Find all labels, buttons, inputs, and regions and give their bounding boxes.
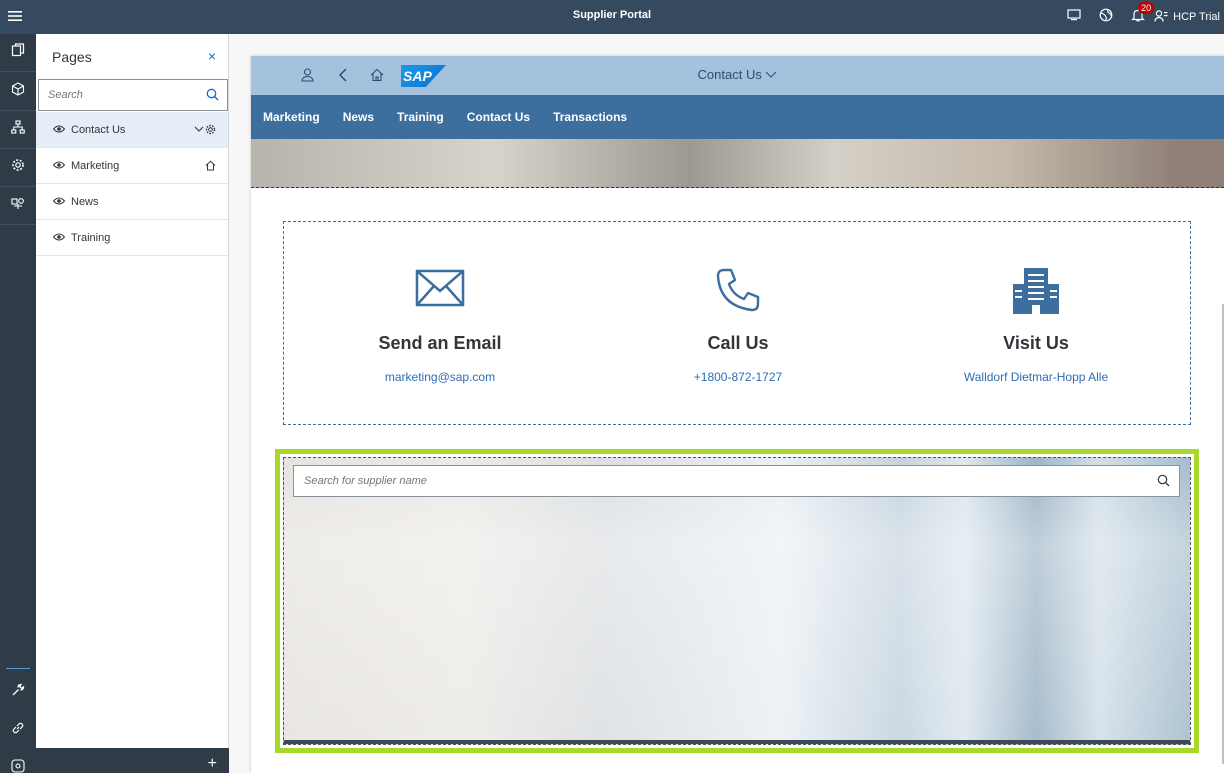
section-bottom-border (284, 740, 1190, 744)
shell-bar: Supplier Portal 20 HCP Trial (0, 0, 1224, 34)
eye-icon[interactable] (52, 124, 66, 137)
contact-section: Send an Email marketing@sap.com Call Us … (283, 221, 1191, 425)
app-title: Supplier Portal (572, 9, 652, 21)
page-item-label: Training (71, 232, 111, 244)
site-header: SAP Contact Us (251, 56, 1224, 95)
chevron-down-icon[interactable] (194, 124, 204, 137)
page-item-marketing[interactable]: Marketing (36, 148, 228, 184)
notifications-button[interactable]: 20 (1122, 0, 1155, 34)
contact-email-link[interactable]: marketing@sap.com (289, 370, 591, 384)
search-icon[interactable] (206, 88, 219, 106)
contact-address-link[interactable]: Walldorf Dietmar-Hopp Alle (885, 370, 1187, 384)
site-nav: Marketing News Training Contact Us Trans… (251, 95, 1224, 139)
user-name: HCP Trial (1173, 11, 1220, 23)
rail-settings-button[interactable] (0, 149, 36, 187)
contact-address-heading: Visit Us (1003, 333, 1069, 353)
device-preview-button[interactable] (1058, 0, 1090, 34)
rail-themes-button[interactable] (0, 73, 36, 111)
pages-icon (11, 43, 25, 62)
link-icon (11, 721, 25, 740)
phone-icon (716, 268, 760, 317)
shell-actions: 20 HCP Trial (1058, 0, 1224, 34)
selected-section-highlight[interactable] (275, 449, 1199, 753)
contact-phone: Call Us +1800-872-1727 (587, 222, 889, 426)
admin-gear-icon (11, 758, 25, 773)
site-page-name: Contact Us (697, 67, 762, 82)
page-item-training[interactable]: Training (36, 220, 228, 256)
pages-search-input[interactable] (39, 80, 199, 110)
user-settings-icon (1154, 9, 1168, 26)
supplier-search (293, 465, 1180, 497)
eye-icon[interactable] (52, 160, 66, 173)
page-item-news[interactable]: News (36, 184, 228, 220)
contact-email: Send an Email marketing@sap.com (289, 222, 591, 426)
pages-search (38, 79, 228, 111)
left-rail (0, 34, 36, 773)
close-icon[interactable]: × (208, 48, 216, 64)
add-page-button[interactable]: + (208, 756, 217, 772)
eye-icon[interactable] (52, 196, 66, 209)
page-item-label: News (71, 196, 99, 208)
page-settings-gear-icon[interactable] (205, 124, 216, 138)
contact-phone-heading: Call Us (707, 333, 769, 353)
pages-list: Contact Us Marketing News Training (36, 112, 228, 256)
nav-news[interactable]: News (343, 110, 374, 124)
envelope-icon (415, 268, 465, 313)
cube-icon (11, 82, 25, 101)
page-item-contact-us[interactable]: Contact Us (36, 112, 228, 148)
hierarchy-icon (11, 120, 25, 139)
editor-canvas: SAP Contact Us Marketing News Training C… (229, 34, 1224, 773)
globe-icon (1099, 8, 1113, 27)
pages-panel: Pages × Contact Us Marketing (36, 34, 229, 773)
site-preview: SAP Contact Us Marketing News Training C… (251, 56, 1224, 773)
home-icon (205, 160, 216, 174)
contact-email-heading: Send an Email (378, 333, 502, 353)
user-menu[interactable]: HCP Trial (1154, 9, 1224, 26)
nav-transactions[interactable]: Transactions (553, 110, 627, 124)
services-icon (11, 196, 25, 215)
rail-links-button[interactable] (0, 711, 36, 749)
pages-panel-footer: + (36, 748, 229, 773)
language-button[interactable] (1090, 0, 1122, 34)
contact-phone-link[interactable]: +1800-872-1727 (587, 370, 889, 384)
site-page-selector[interactable]: Contact Us (251, 67, 1224, 82)
wrench-icon (11, 683, 25, 702)
rail-hierarchy-button[interactable] (0, 111, 36, 149)
nav-training[interactable]: Training (397, 110, 444, 124)
rail-admin-button[interactable] (0, 749, 36, 773)
chevron-down-icon (765, 67, 777, 82)
gear-icon (11, 158, 25, 177)
hero-image (251, 139, 1224, 188)
supplier-search-input[interactable] (294, 466, 1134, 496)
rail-pages-button[interactable] (0, 34, 36, 72)
eye-icon[interactable] (52, 232, 66, 245)
page-item-label: Marketing (71, 160, 120, 172)
rail-developer-button[interactable] (0, 673, 36, 711)
nav-contact-us[interactable]: Contact Us (467, 110, 530, 124)
notification-badge: 20 (1138, 2, 1155, 14)
rail-divider (6, 668, 30, 669)
page-item-label: Contact Us (71, 124, 126, 136)
nav-marketing[interactable]: Marketing (263, 110, 320, 124)
search-icon[interactable] (1157, 474, 1170, 492)
contact-address: Visit Us Walldorf Dietmar-Hopp Alle (885, 222, 1187, 426)
pages-panel-title: Pages (52, 49, 92, 65)
monitor-icon (1067, 8, 1081, 26)
rail-services-button[interactable] (0, 187, 36, 225)
building-icon (1012, 266, 1060, 321)
pages-panel-header: Pages × (36, 34, 228, 78)
supplier-background-image (283, 457, 1191, 745)
